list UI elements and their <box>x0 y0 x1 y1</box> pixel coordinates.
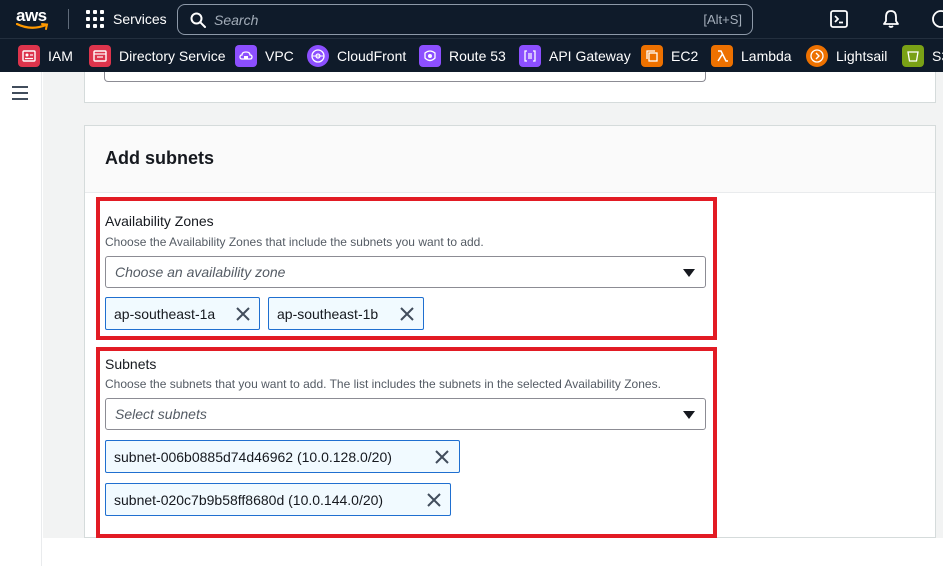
cloudfront-icon <box>307 45 329 67</box>
favorite-label: Route 53 <box>449 48 506 64</box>
notifications-bell-icon[interactable] <box>881 9 901 29</box>
iam-icon <box>18 45 40 67</box>
favorite-vpc[interactable]: VPC <box>235 44 294 68</box>
s3-icon <box>902 45 924 67</box>
favorites-bar: IAM Directory Service VPC CloudFront Rou… <box>0 38 943 72</box>
directory-service-icon <box>89 45 111 67</box>
side-navigation-rail <box>0 72 42 566</box>
subnets-highlight-box <box>96 347 717 538</box>
aws-logo[interactable]: aws <box>14 6 54 32</box>
search-shortcut-hint: [Alt+S] <box>703 12 742 27</box>
favorite-label: VPC <box>265 48 294 64</box>
services-grid-icon <box>86 10 104 28</box>
favorite-lambda[interactable]: Lambda <box>711 44 792 68</box>
services-menu-button[interactable]: Services <box>86 9 167 29</box>
card-title: Add subnets <box>105 148 215 168</box>
ec2-icon <box>641 45 663 67</box>
favorite-label: Lightsail <box>836 48 888 64</box>
nav-divider <box>68 9 69 29</box>
lambda-icon <box>711 45 733 67</box>
route53-icon <box>419 45 441 67</box>
cloudshell-icon[interactable] <box>829 9 849 29</box>
aws-smile-icon <box>16 23 49 30</box>
favorite-lightsail[interactable]: Lightsail <box>806 44 887 68</box>
help-icon[interactable] <box>931 9 943 29</box>
api-gateway-icon <box>519 45 541 67</box>
availability-zones-highlight-box <box>96 197 717 340</box>
card-header: Add subnets <box>85 126 935 193</box>
favorite-s3[interactable]: S3 <box>902 44 943 68</box>
favorite-label: EC2 <box>671 48 699 64</box>
services-label: Services <box>113 11 167 27</box>
lightsail-icon <box>806 45 828 67</box>
favorite-label: API Gateway <box>549 48 631 64</box>
favorite-label: Lambda <box>741 48 792 64</box>
favorite-route53[interactable]: Route 53 <box>419 44 506 68</box>
global-search-bar[interactable]: [Alt+S] <box>177 4 753 35</box>
search-icon <box>190 12 206 28</box>
menu-hamburger-icon[interactable] <box>12 86 28 100</box>
favorite-label: Directory Service <box>119 48 226 64</box>
favorite-label: IAM <box>48 48 73 64</box>
search-input[interactable] <box>214 11 704 28</box>
favorite-iam[interactable]: IAM <box>18 44 73 68</box>
favorite-label: CloudFront <box>337 48 407 64</box>
previous-section-input[interactable] <box>104 72 706 82</box>
favorite-cloudfront[interactable]: CloudFront <box>307 44 406 68</box>
top-navigation-bar: aws Services [Alt+S] <box>0 0 943 38</box>
favorite-label: S3 <box>932 48 943 64</box>
favorite-ec2[interactable]: EC2 <box>641 44 698 68</box>
favorite-directory-service[interactable]: Directory Service <box>89 44 226 68</box>
vpc-icon <box>235 45 257 67</box>
favorite-api-gateway[interactable]: API Gateway <box>519 44 631 68</box>
